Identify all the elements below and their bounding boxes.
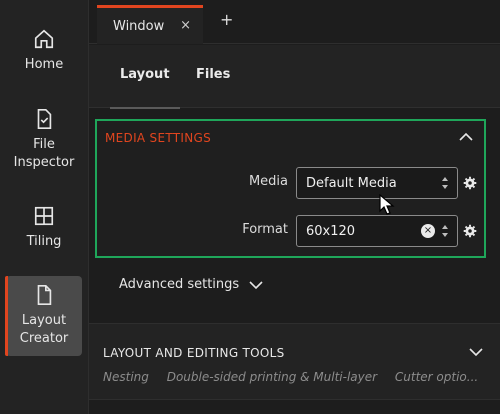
advanced-settings-label: Advanced settings xyxy=(119,277,240,292)
summary-item: Double-sided printing & Multi-layer xyxy=(166,370,378,384)
media-gear-icon[interactable] xyxy=(463,176,477,190)
sidebar-item-label: Layout Creator xyxy=(19,313,69,346)
select-arrows-icon xyxy=(442,177,448,189)
media-settings-section: MEDIA SETTINGS Media Default Media Forma… xyxy=(95,119,486,258)
summary-item: Nesting xyxy=(103,370,149,384)
mouse-cursor-icon xyxy=(379,194,395,215)
media-select-value: Default Media xyxy=(306,175,397,191)
sidebar-item-label: Tiling xyxy=(26,234,62,249)
sidebar-item-home[interactable]: Home xyxy=(6,28,82,74)
window-tab-label: Window xyxy=(113,18,165,34)
window-tab[interactable]: Window × xyxy=(97,5,203,44)
summary-item: Cutter optio... xyxy=(394,370,479,384)
layout-tools-summary: Nesting Double-sided printing & Multi-la… xyxy=(103,370,492,384)
media-label: Media xyxy=(248,174,288,189)
tab-files[interactable]: Files xyxy=(196,67,230,82)
sidebar-item-tiling[interactable]: Tiling xyxy=(6,205,82,251)
section-title: MEDIA SETTINGS xyxy=(105,131,212,145)
file-check-icon xyxy=(37,109,52,129)
sidebar: Home File Inspector Tiling Layout Creato… xyxy=(0,0,89,414)
tiling-icon xyxy=(34,206,54,226)
section-title: LAYOUT AND EDITING TOOLS xyxy=(103,346,285,360)
chevron-down-icon[interactable] xyxy=(468,346,484,358)
chevron-up-icon[interactable] xyxy=(458,129,474,145)
window-tab-bar: Window × + xyxy=(89,0,500,44)
format-gear-icon[interactable] xyxy=(463,224,477,238)
format-select[interactable]: 60x120 × xyxy=(296,215,458,247)
home-icon xyxy=(34,29,54,49)
document-icon xyxy=(37,285,52,305)
close-tab-icon[interactable]: × xyxy=(180,18,191,33)
sidebar-item-file-inspector[interactable]: File Inspector xyxy=(6,108,82,172)
add-tab-button[interactable]: + xyxy=(220,10,233,29)
tab-layout[interactable]: Layout xyxy=(110,67,179,109)
sidebar-item-label: File Inspector xyxy=(13,137,75,170)
settings-panel: MEDIA SETTINGS Media Default Media Forma… xyxy=(89,109,500,323)
media-select[interactable]: Default Media xyxy=(296,167,458,199)
chevron-down-icon xyxy=(249,280,263,289)
subtab-bar: Layout Files xyxy=(89,45,500,109)
select-arrows-icon xyxy=(442,225,448,237)
advanced-settings-toggle[interactable]: Advanced settings xyxy=(119,277,263,292)
main-area: Window × + Layout Files MEDIA SETTINGS M… xyxy=(89,0,500,414)
sidebar-item-layout-creator[interactable]: Layout Creator xyxy=(5,276,82,356)
clear-icon[interactable]: × xyxy=(421,224,435,238)
sidebar-item-label: Home xyxy=(24,57,64,72)
format-label: Format xyxy=(242,222,288,237)
format-select-value: 60x120 xyxy=(306,223,356,239)
layout-tools-section[interactable]: LAYOUT AND EDITING TOOLS Nesting Double-… xyxy=(89,323,500,400)
